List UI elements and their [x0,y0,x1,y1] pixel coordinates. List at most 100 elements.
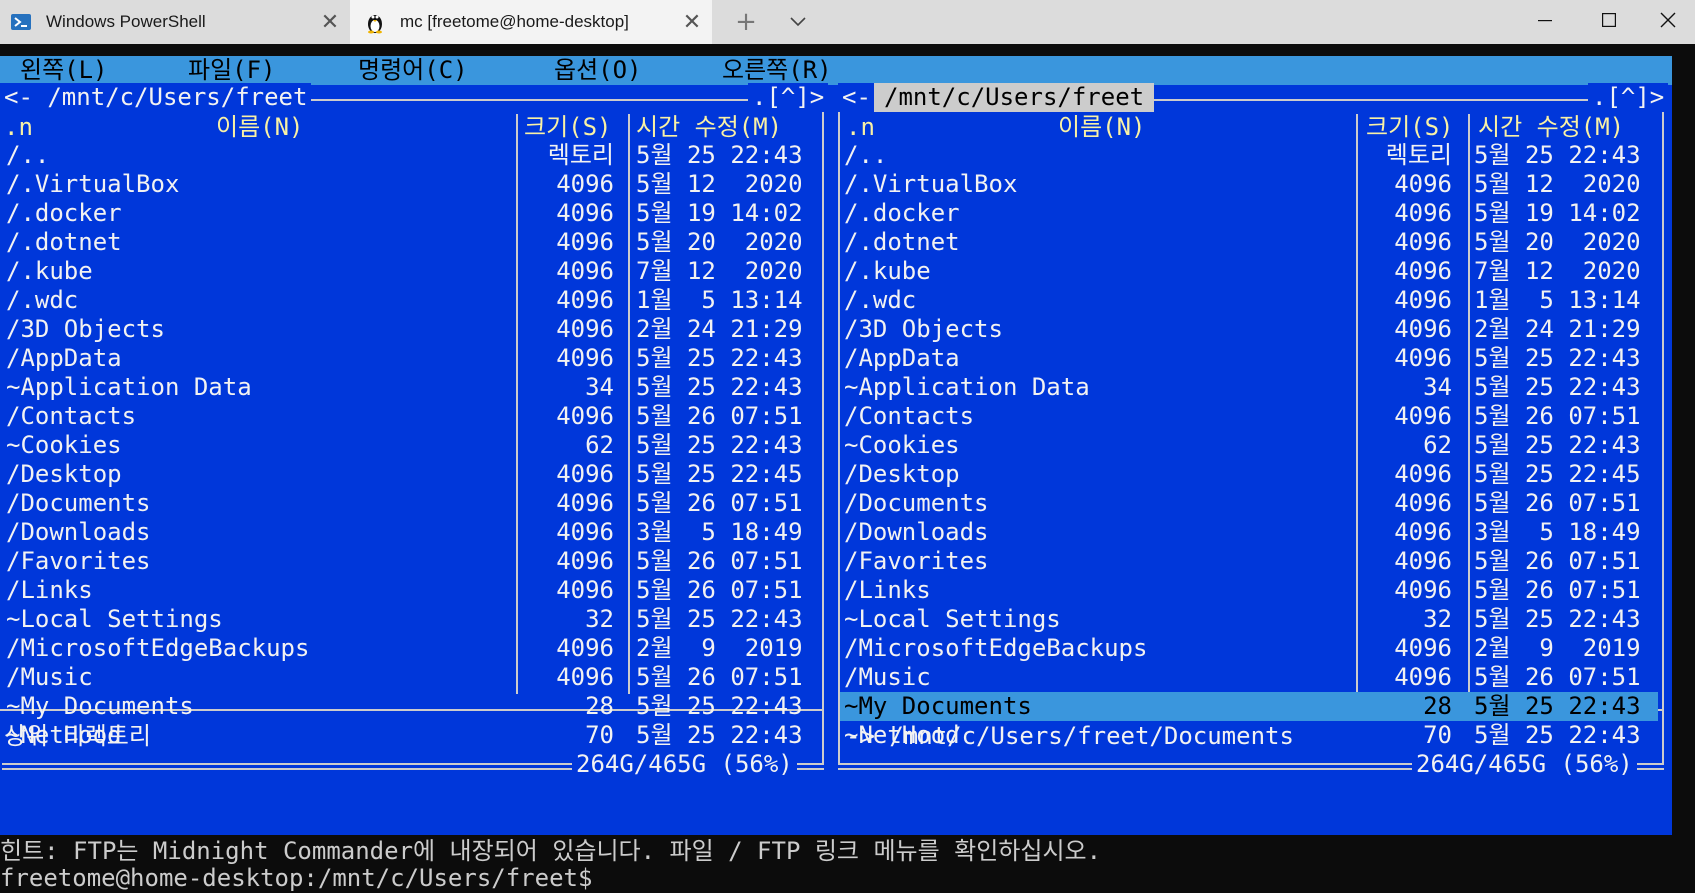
menu-right[interactable]: 오른쪽(R) [722,56,832,85]
close-window-button[interactable] [1641,0,1695,40]
file-modified-time: 5월 25 22:43 [1474,431,1641,459]
file-name: ~Application Data [6,373,252,401]
tab-powershell[interactable]: Windows PowerShell ✕ [0,0,350,44]
tab-mc[interactable]: mc [freetome@home-desktop] ✕ [350,0,712,44]
file-row[interactable]: /MicrosoftEdgeBackups 4096 2월 9 2019 [840,634,1658,663]
file-row[interactable]: /Links 4096 5월 26 07:51 [840,576,1658,605]
shell-prompt[interactable]: freetome@home-desktop:/mnt/c/Users/freet… [0,864,607,893]
file-row[interactable]: /.. 렉토리 5월 25 22:43 [840,141,1658,170]
left-sort-flag[interactable]: .n [4,113,33,142]
right-panel-path-prefix[interactable]: <- [838,83,875,112]
file-name: /Desktop [844,460,960,488]
file-modified-time: 5월 26 07:51 [1474,576,1641,604]
chevron-down-icon[interactable] [778,6,818,38]
menu-file[interactable]: 파일(F) [188,56,276,85]
right-col-name[interactable]: 이름(N) [1058,113,1146,142]
file-row[interactable]: ~Application Data 34 5월 25 22:43 [840,373,1658,402]
file-row[interactable]: /Desktop 4096 5월 25 22:45 [840,460,1658,489]
file-row[interactable]: ~Cookies 62 5월 25 22:43 [2,431,820,460]
menu-options[interactable]: 옵션(O) [554,56,642,85]
file-row[interactable]: /Contacts 4096 5월 26 07:51 [2,402,820,431]
file-size: 4096 [1394,402,1452,430]
file-name: /3D Objects [6,315,165,343]
file-size: 28 [585,692,614,720]
right-panel-path[interactable]: /mnt/c/Users/freet [874,83,1155,112]
file-name: /.dotnet [6,228,122,256]
file-row[interactable]: /Links 4096 5월 26 07:51 [2,576,820,605]
file-row[interactable]: /.docker 4096 5월 19 14:02 [2,199,820,228]
file-row[interactable]: /3D Objects 4096 2월 24 21:29 [840,315,1658,344]
file-size: 62 [1423,431,1452,459]
file-size: 32 [1423,605,1452,633]
file-name: /AppData [844,344,960,372]
file-modified-time: 5월 25 22:45 [1474,460,1641,488]
file-size: 4096 [556,228,614,256]
file-name: /Documents [844,489,989,517]
file-row[interactable]: /Documents 4096 5월 26 07:51 [2,489,820,518]
file-row[interactable]: /3D Objects 4096 2월 24 21:29 [2,315,820,344]
right-status: -> /mnt/c/Users/freet/Documents [846,722,1294,750]
file-name: /Contacts [844,402,975,430]
file-row[interactable]: /.. 렉토리 5월 25 22:43 [2,141,820,170]
file-row[interactable]: /Downloads 4096 3월 5 18:49 [2,518,820,547]
file-row[interactable]: /.docker 4096 5월 19 14:02 [840,199,1658,228]
file-row[interactable]: /Downloads 4096 3월 5 18:49 [840,518,1658,547]
maximize-button[interactable] [1577,0,1641,40]
file-row[interactable]: /.dotnet 4096 5월 20 2020 [840,228,1658,257]
file-row[interactable]: /.dotnet 4096 5월 20 2020 [2,228,820,257]
right-panel-corner[interactable]: .[^]> [1588,83,1669,112]
close-icon[interactable]: ✕ [672,9,712,35]
file-size: 4096 [1394,257,1452,285]
right-panel-right-border [1662,99,1664,763]
file-row[interactable]: ~Cookies 62 5월 25 22:43 [840,431,1658,460]
menu-command[interactable]: 명령어(C) [358,56,468,85]
file-row[interactable]: /.VirtualBox 4096 5월 12 2020 [840,170,1658,199]
new-tab-button[interactable]: + [730,6,762,38]
file-size: 4096 [1394,315,1452,343]
file-row[interactable]: /.wdc 4096 1월 5 13:14 [840,286,1658,315]
menu-left[interactable]: 왼쪽(L) [20,56,108,85]
right-sort-flag[interactable]: .n [846,113,875,142]
file-modified-time: 2월 9 2019 [1474,634,1641,662]
file-name: /Downloads [844,518,989,546]
file-row[interactable]: /Favorites 4096 5월 26 07:51 [2,547,820,576]
file-row[interactable]: /.kube 4096 7월 12 2020 [840,257,1658,286]
close-icon[interactable]: ✕ [310,9,350,35]
minimize-button[interactable] [1513,0,1577,40]
left-col-time[interactable]: 시간 수정(M) [636,113,782,142]
file-size: 4096 [1394,576,1452,604]
left-col-name[interactable]: 이름(N) [216,113,304,142]
file-row[interactable]: /Documents 4096 5월 26 07:51 [840,489,1658,518]
mc-screen: <- /mnt/c/Users/freet .[^]> .n 이름(N) 크기(… [0,83,1672,839]
file-size: 4096 [1394,663,1452,691]
file-row[interactable]: ~My Documents 28 5월 25 22:43 [840,692,1658,721]
left-panel-path[interactable]: <- /mnt/c/Users/freet [0,83,312,112]
file-modified-time: 3월 5 18:49 [636,518,803,546]
file-row[interactable]: /.wdc 4096 1월 5 13:14 [2,286,820,315]
tab-title: mc [freetome@home-desktop] [400,12,629,31]
file-size: 4096 [1394,460,1452,488]
file-row[interactable]: /Music 4096 5월 26 07:51 [2,663,820,692]
file-row[interactable]: ~Local Settings 32 5월 25 22:43 [2,605,820,634]
file-row[interactable]: /Contacts 4096 5월 26 07:51 [840,402,1658,431]
file-row[interactable]: /AppData 4096 5월 25 22:43 [2,344,820,373]
file-row[interactable]: ~Local Settings 32 5월 25 22:43 [840,605,1658,634]
left-panel-corner[interactable]: .[^]> [748,83,829,112]
left-status: 상위 디렉토리 [4,722,151,750]
file-modified-time: 5월 19 14:02 [1474,199,1641,227]
file-row[interactable]: /.VirtualBox 4096 5월 12 2020 [2,170,820,199]
right-col-time[interactable]: 시간 수정(M) [1478,113,1624,142]
file-row[interactable]: /AppData 4096 5월 25 22:43 [840,344,1658,373]
file-row[interactable]: ~My Documents 28 5월 25 22:43 [2,692,820,721]
right-col-size[interactable]: 크기(S) [1366,113,1454,142]
file-row[interactable]: /Favorites 4096 5월 26 07:51 [840,547,1658,576]
file-modified-time: 5월 26 07:51 [636,576,803,604]
file-row[interactable]: /Music 4096 5월 26 07:51 [840,663,1658,692]
file-row[interactable]: /.kube 4096 7월 12 2020 [2,257,820,286]
file-row[interactable]: /Desktop 4096 5월 25 22:45 [2,460,820,489]
linux-penguin-icon [364,11,386,34]
left-col-size[interactable]: 크기(S) [524,113,612,142]
file-row[interactable]: /MicrosoftEdgeBackups 4096 2월 9 2019 [2,634,820,663]
file-name: /Downloads [6,518,151,546]
file-row[interactable]: ~Application Data 34 5월 25 22:43 [2,373,820,402]
